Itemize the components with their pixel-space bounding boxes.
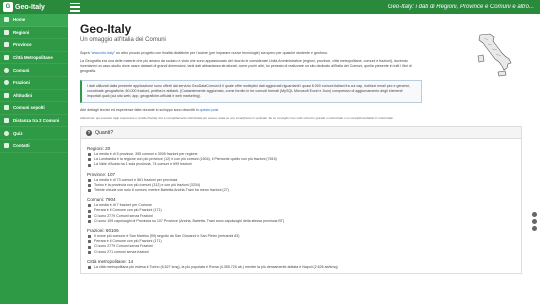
logo[interactable]: G Geo-Italy xyxy=(0,0,68,14)
list-item-text: La Valle d'Aosta ha 1 sola provincia, 74… xyxy=(94,162,192,167)
map-marker-icon xyxy=(4,67,9,73)
sidebar-item-province[interactable]: Province xyxy=(0,39,68,52)
list-item-text: Ci sono 109 capoluoghi di Provincia su 1… xyxy=(94,218,285,223)
sidebar-item-frazioni[interactable]: Frazioni xyxy=(0,77,68,90)
post-link[interactable]: questo post xyxy=(200,108,219,112)
main-content: Geo-Italy Un omaggio all'Italia dei Comu… xyxy=(68,14,534,304)
site-tagline: Geo-Italy: i dati di Regioni, Province e… xyxy=(387,4,534,10)
mobile-note: Attenzione: qui essendo l'app responsive… xyxy=(80,116,394,120)
sidebar-item-regioni[interactable]: Regioni xyxy=(0,27,68,40)
sidebar: Home Regioni Province Città Metropolitan… xyxy=(0,14,68,304)
bullet-icon xyxy=(88,153,91,157)
stats-card-body: Regioni: 20 La media è di 5 province, 39… xyxy=(81,139,521,273)
bullet-icon xyxy=(88,209,91,213)
bullet-icon xyxy=(88,158,91,162)
bullet-icon xyxy=(88,163,91,167)
intro-paragraph: Sopra "www.info-italy" un altro piccolo … xyxy=(80,51,410,56)
sidebar-item-label: Quiz xyxy=(13,130,23,136)
stats-section-frazioni: Frazioni: 60106 Il nome più comune è San… xyxy=(87,228,515,255)
bullet-icon xyxy=(88,189,91,193)
stats-card-header[interactable]: ? Quanti? xyxy=(81,127,521,139)
sidebar-item-contatti[interactable]: Contatti xyxy=(0,140,68,153)
question-icon: ? xyxy=(86,129,92,136)
list-item-text: La città metropolitana più estesa è Tori… xyxy=(94,264,338,269)
ruler-icon xyxy=(4,118,9,124)
sidebar-item-label: Home xyxy=(13,17,26,23)
sidebar-item-comuni-sepolti[interactable]: Comuni sepolti xyxy=(0,102,68,115)
bullet-icon xyxy=(88,245,91,249)
logo-text: Geo-Italy xyxy=(15,3,45,11)
bullet-icon xyxy=(88,250,91,254)
archive-icon xyxy=(4,105,9,111)
stats-card-title: Quanti? xyxy=(95,129,114,136)
sidebar-item-label: Province xyxy=(13,42,32,48)
more-details-text: Altri dettagli tecnici ed esperienze fat… xyxy=(80,108,200,112)
sidebar-item-label: Altitudini xyxy=(13,92,33,98)
page-title: Geo-Italy xyxy=(80,22,132,36)
sidebar-item-label: Distanza tra 2 Comuni xyxy=(13,118,60,124)
stats-section-comuni: Comuni: 7904 La media è di 7 frazioni pe… xyxy=(87,197,515,224)
stats-section-citta-metropolitane: Città metropolitane: 14 La città metropo… xyxy=(87,259,515,270)
more-details: Altri dettagli tecnici ed esperienze fat… xyxy=(80,108,522,113)
sidebar-item-label: Frazioni xyxy=(13,80,30,86)
sidebar-item-label: Contatti xyxy=(13,143,30,149)
sidebar-item-citta-metropolitane[interactable]: Città Metropolitane xyxy=(0,52,68,65)
share-icon[interactable] xyxy=(532,219,537,224)
bullet-icon xyxy=(88,240,91,244)
map-marker-icon xyxy=(4,80,9,86)
list-item: La città metropolitana più estesa è Tori… xyxy=(87,265,515,270)
building-icon xyxy=(4,55,9,61)
list-item: Ci sono 109 capoluoghi di Provincia su 1… xyxy=(87,219,515,224)
top-navbar: G Geo-Italy Geo-Italy: i dati di Regioni… xyxy=(0,0,540,14)
floating-tools xyxy=(532,212,538,231)
sidebar-item-quiz[interactable]: Quiz xyxy=(0,127,68,140)
sidebar-item-label: Regioni xyxy=(13,29,30,35)
sidebar-item-home[interactable]: Home xyxy=(0,14,68,27)
menu-toggle-icon[interactable] xyxy=(70,2,80,12)
site-link[interactable]: "www.info-italy" xyxy=(91,51,116,55)
sidebar-item-label: Città Metropolitane xyxy=(13,55,53,61)
list-item-text: Ci sono 271 comuni senza frazioni xyxy=(94,249,149,254)
list-item: Ci sono 271 comuni senza frazioni xyxy=(87,250,515,255)
bullet-icon xyxy=(88,219,91,223)
sidebar-item-comuni[interactable]: Comuni xyxy=(0,64,68,77)
scroll-top-icon[interactable] xyxy=(532,226,537,231)
bullet-icon xyxy=(88,204,91,208)
home-icon xyxy=(4,17,9,23)
sidebar-item-distanza[interactable]: Distanza tra 2 Comuni xyxy=(0,115,68,128)
bullet-icon xyxy=(88,183,91,187)
map-icon xyxy=(4,42,9,48)
stats-section-regioni: Regioni: 20 La media è di 5 province, 39… xyxy=(87,146,515,168)
mail-icon xyxy=(4,143,9,149)
page-subtitle: Un omaggio all'Italia dei Comuni xyxy=(80,37,166,43)
bullet-icon xyxy=(88,235,91,239)
description-paragraph: La Geografia era una delle materie che p… xyxy=(80,59,412,73)
map-icon xyxy=(4,29,9,35)
list-item: La Valle d'Aosta ha 1 sola provincia, 74… xyxy=(87,162,515,167)
list-item: Trieste chiude con solo 6 comuni, mentre… xyxy=(87,188,515,193)
question-icon xyxy=(4,130,9,136)
italy-map-icon xyxy=(477,33,512,77)
sidebar-item-label: Comuni xyxy=(13,67,30,73)
bullet-icon xyxy=(88,265,91,269)
stats-card: ? Quanti? Regioni: 20 La media è di 5 pr… xyxy=(80,126,522,275)
mountain-icon xyxy=(4,92,9,98)
intro-suffix: un altro piccolo progetto con finalità d… xyxy=(115,51,328,55)
bullet-icon xyxy=(88,214,91,218)
bullet-icon xyxy=(88,178,91,182)
logo-icon: G xyxy=(3,2,13,12)
data-source-alert: I dati utilizzati dalla presente applica… xyxy=(80,80,422,103)
stats-section-province: Province: 107 La media è di 73 comuni e … xyxy=(87,172,515,194)
sidebar-item-altitudini[interactable]: Altitudini xyxy=(0,90,68,103)
settings-icon[interactable] xyxy=(532,212,537,217)
sidebar-item-label: Comuni sepolti xyxy=(13,105,45,111)
intro-prefix: Sopra xyxy=(80,51,91,55)
list-item-text: Trieste chiude con solo 6 comuni, mentre… xyxy=(94,188,229,193)
